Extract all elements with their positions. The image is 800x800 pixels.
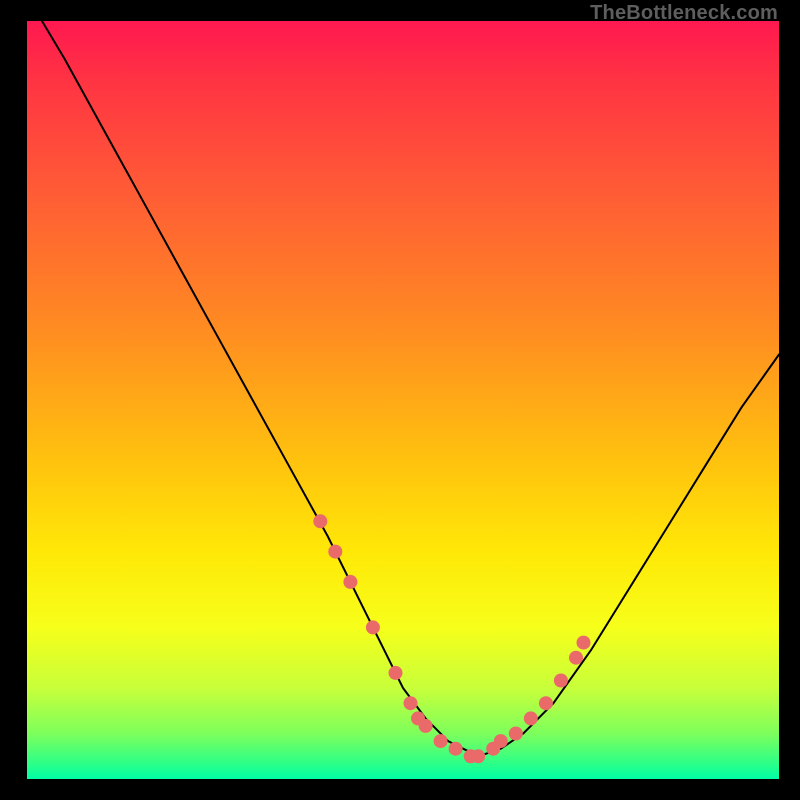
highlight-dot bbox=[494, 734, 508, 748]
highlight-dot bbox=[524, 711, 538, 725]
highlight-dot bbox=[404, 696, 418, 710]
highlight-dot bbox=[419, 719, 433, 733]
highlight-dot bbox=[434, 734, 448, 748]
highlight-dot bbox=[569, 651, 583, 665]
bottleneck-curve bbox=[42, 21, 779, 756]
plot-area bbox=[27, 21, 779, 779]
highlight-dot bbox=[343, 575, 357, 589]
highlight-dot bbox=[366, 620, 380, 634]
highlight-dots bbox=[313, 514, 590, 763]
chart-svg bbox=[27, 21, 779, 779]
highlight-dot bbox=[389, 666, 403, 680]
highlight-dot bbox=[471, 749, 485, 763]
highlight-dot bbox=[539, 696, 553, 710]
highlight-dot bbox=[313, 514, 327, 528]
highlight-dot bbox=[554, 674, 568, 688]
highlight-dot bbox=[577, 636, 591, 650]
highlight-dot bbox=[449, 742, 463, 756]
highlight-dot bbox=[509, 727, 523, 741]
chart-frame: TheBottleneck.com bbox=[0, 0, 800, 800]
highlight-dot bbox=[328, 545, 342, 559]
watermark-text: TheBottleneck.com bbox=[590, 2, 778, 25]
